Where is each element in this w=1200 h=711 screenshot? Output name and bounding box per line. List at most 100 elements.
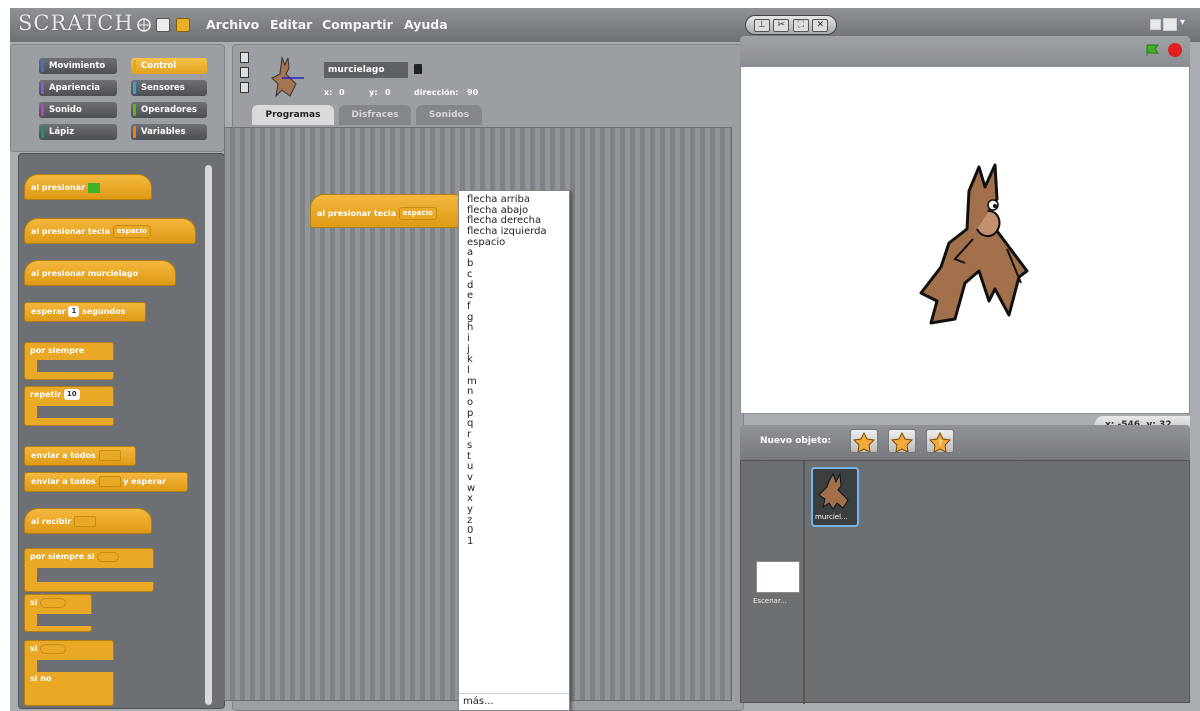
share-icon[interactable]: [176, 18, 190, 32]
rotate-icon[interactable]: [240, 52, 249, 63]
category-variables[interactable]: Variables: [131, 124, 207, 140]
dropdown-item[interactable]: j: [467, 344, 569, 356]
dropdown-item[interactable]: b: [467, 258, 569, 270]
block-when-receive[interactable]: al recibir: [24, 508, 152, 534]
menu-ayuda[interactable]: Ayuda: [404, 17, 448, 32]
dropdown-item[interactable]: r: [467, 429, 569, 441]
dropdown-item[interactable]: c: [467, 269, 569, 281]
block-broadcast[interactable]: enviar a todos: [24, 446, 136, 466]
block-when-flag[interactable]: al presionar: [24, 174, 152, 200]
dropdown-item[interactable]: u: [467, 461, 569, 473]
surprise-sprite-button[interactable]: ?: [926, 429, 954, 453]
block-broadcast-wait[interactable]: enviar a todos y esperar: [24, 472, 188, 492]
dropdown-item[interactable]: a: [467, 248, 569, 259]
dropdown-item[interactable]: 1: [467, 536, 569, 548]
normal-stage-icon[interactable]: [1163, 18, 1177, 31]
dropdown-more[interactable]: más...: [459, 693, 569, 708]
flip-icon[interactable]: [240, 67, 249, 78]
svg-text:?: ?: [938, 439, 943, 449]
category-sonido[interactable]: Sonido: [39, 102, 117, 118]
dropdown-item[interactable]: f: [467, 301, 569, 313]
category-swatch: [133, 60, 136, 72]
grow-icon[interactable]: ⛶: [792, 18, 809, 32]
block-if[interactable]: si: [24, 594, 92, 632]
dropdown-item[interactable]: k: [467, 355, 569, 366]
boolean-slot[interactable]: [40, 597, 67, 608]
dropdown-item[interactable]: o: [467, 397, 569, 409]
block-forever-if[interactable]: por siempre si: [24, 548, 154, 592]
dropdown-item[interactable]: i: [467, 333, 569, 345]
bat-sprite[interactable]: [911, 159, 1041, 329]
stamp-icon[interactable]: ⊥: [753, 18, 770, 32]
dropdown-item[interactable]: x: [467, 494, 569, 505]
key-dropdown[interactable]: espacio: [112, 225, 151, 238]
dropdown-item[interactable]: s: [467, 440, 569, 452]
script-when-key[interactable]: al presionar tecla espacio: [310, 194, 468, 228]
message-dropdown[interactable]: [74, 516, 96, 527]
key-dropdown[interactable]: espacio: [398, 207, 437, 220]
dropdown-item[interactable]: v: [467, 472, 569, 484]
choose-sprite-button[interactable]: [888, 429, 916, 453]
globe-icon[interactable]: [137, 18, 151, 32]
boolean-slot[interactable]: [97, 551, 120, 562]
lock-icon[interactable]: [414, 64, 422, 74]
message-dropdown[interactable]: [98, 450, 121, 461]
message-dropdown[interactable]: [98, 476, 121, 487]
menu-archivo[interactable]: Archivo: [206, 17, 259, 32]
paint-sprite-button[interactable]: [850, 429, 878, 453]
category-operadores[interactable]: Operadores: [131, 102, 207, 118]
palette-scrollbar[interactable]: [205, 165, 212, 705]
category-sensores[interactable]: Sensores: [131, 80, 207, 96]
dropdown-item[interactable]: q: [467, 419, 569, 430]
category-movimiento[interactable]: Movimiento: [39, 58, 117, 74]
save-icon[interactable]: [156, 18, 170, 32]
category-swatch: [41, 82, 44, 94]
dropdown-item[interactable]: h: [467, 323, 569, 334]
shrink-icon[interactable]: ✕: [812, 18, 829, 32]
boolean-slot[interactable]: [40, 643, 67, 654]
stop-icon[interactable]: [1168, 43, 1182, 57]
stage-canvas[interactable]: [740, 66, 1190, 414]
block-forever[interactable]: por siempre: [24, 342, 114, 380]
dropdown-item[interactable]: z: [467, 515, 569, 527]
tab-programas[interactable]: Programas: [252, 105, 334, 125]
dropdown-item[interactable]: e: [467, 290, 569, 302]
dropdown-item[interactable]: y: [467, 504, 569, 516]
repeat-value-input[interactable]: 10: [63, 389, 80, 400]
dropdown-item[interactable]: m: [467, 376, 569, 388]
category-label: Sonido: [49, 105, 82, 115]
sprite-tile-murcielago[interactable]: murciel...: [811, 467, 859, 527]
dropdown-item[interactable]: w: [467, 483, 569, 495]
tab-disfraces[interactable]: Disfraces: [339, 105, 411, 125]
dropdown-item[interactable]: 0: [467, 526, 569, 537]
wait-value-input[interactable]: 1: [68, 306, 80, 317]
category-control[interactable]: Control: [131, 58, 207, 74]
dropdown-item[interactable]: n: [467, 387, 569, 398]
block-when-sprite-clicked[interactable]: al presionar murcielago: [24, 260, 176, 286]
sprite-list-header: Nuevo objeto: ?: [740, 425, 1190, 460]
block-when-key[interactable]: al presionar tecla espacio: [24, 218, 196, 244]
dropdown-item[interactable]: espacio: [467, 237, 569, 249]
category-lapiz[interactable]: Lápiz: [39, 124, 117, 140]
presentation-icon[interactable]: ▾: [1180, 17, 1191, 28]
menu-editar[interactable]: Editar: [270, 17, 312, 32]
block-if-else[interactable]: si si no: [24, 640, 114, 706]
no-rotate-icon[interactable]: [240, 82, 249, 93]
dropdown-item[interactable]: d: [467, 280, 569, 292]
small-stage-icon[interactable]: [1150, 19, 1161, 30]
sprite-name-field[interactable]: murcielago: [324, 62, 408, 78]
cut-icon[interactable]: ✂: [773, 18, 790, 32]
block-label: al recibir: [31, 517, 72, 526]
stage-selector[interactable]: Escenar...: [745, 461, 805, 704]
dropdown-item[interactable]: g: [467, 312, 569, 324]
green-flag-icon[interactable]: [1146, 44, 1160, 56]
category-apariencia[interactable]: Apariencia: [39, 80, 117, 96]
block-wait[interactable]: esperar 1 segundos: [24, 302, 146, 322]
dropdown-item[interactable]: l: [467, 365, 569, 377]
menu-compartir[interactable]: Compartir: [322, 17, 393, 32]
c-mouth: [37, 614, 92, 626]
block-repeat[interactable]: repetir 10: [24, 386, 114, 426]
dropdown-item[interactable]: t: [467, 451, 569, 463]
tab-sonidos[interactable]: Sonidos: [416, 105, 482, 125]
dropdown-item[interactable]: p: [467, 408, 569, 420]
